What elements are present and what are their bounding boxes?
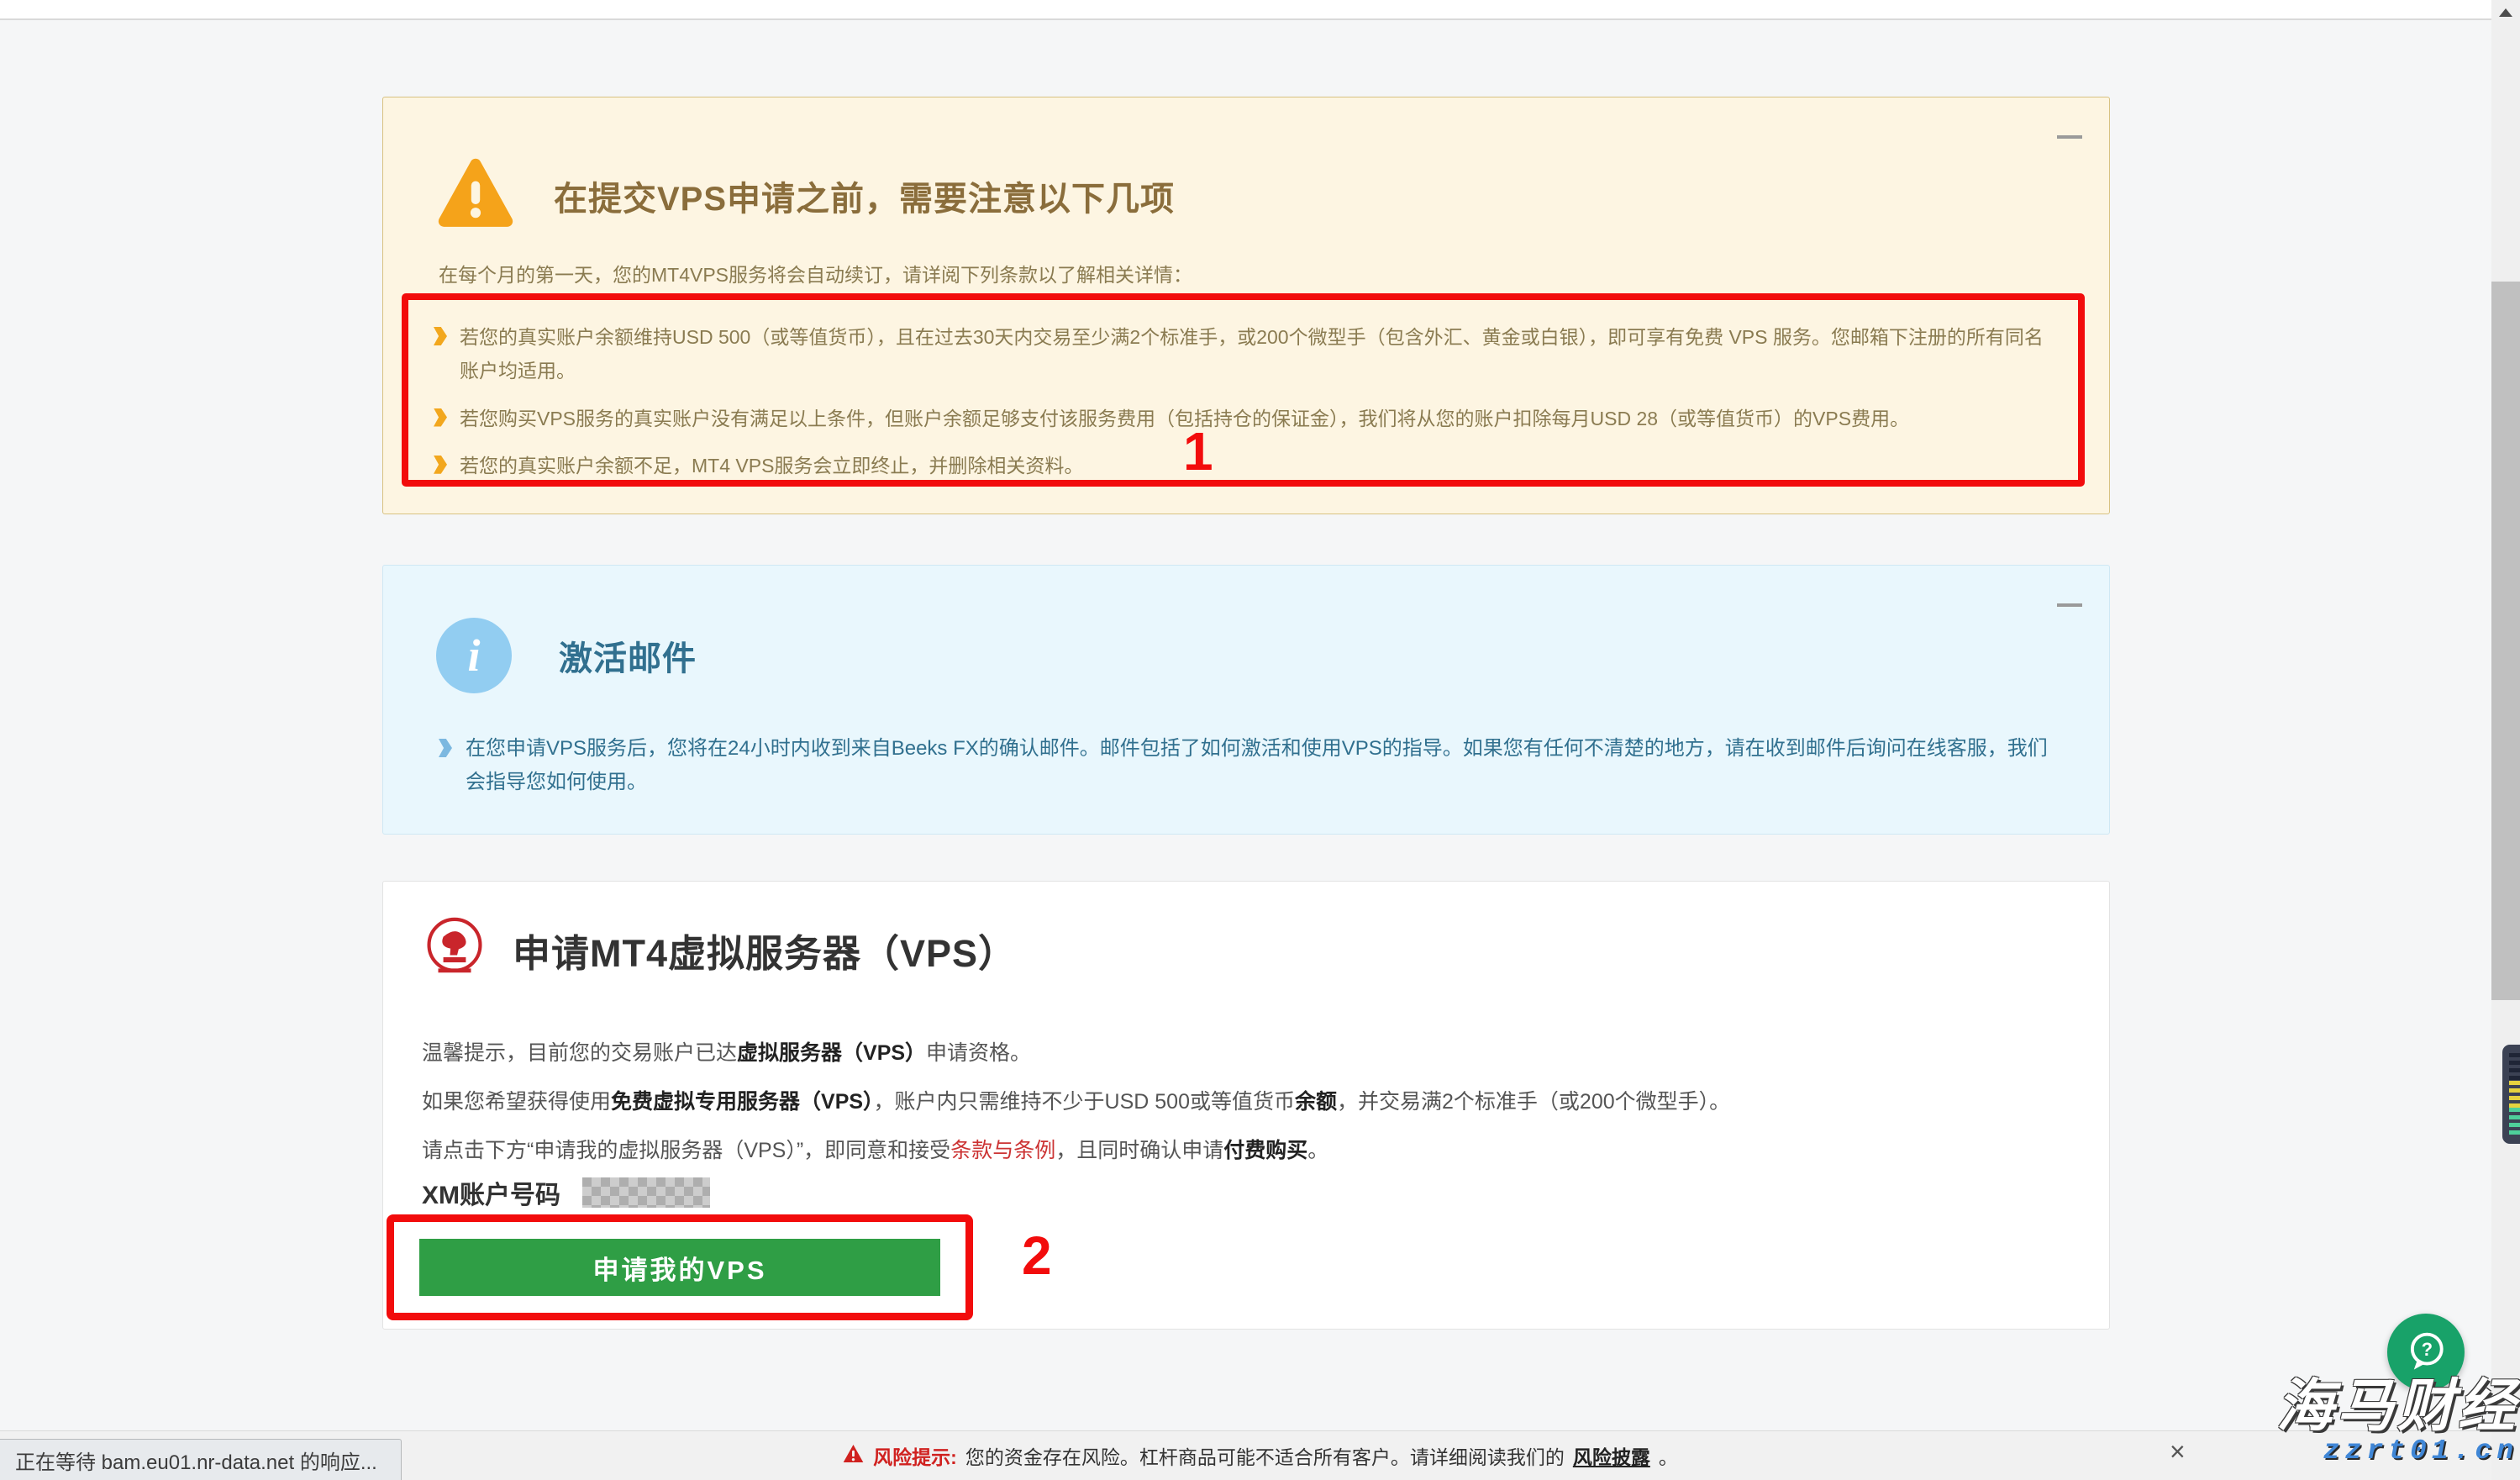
annotation-box-2: 申请我的VPS [387, 1214, 973, 1320]
risk-text: 您的资金存在风险。杠杆商品可能不适合所有客户。请详细阅读我们的 [965, 1441, 1565, 1470]
risk-disclosure-link[interactable]: 风险披露 [1573, 1441, 1650, 1470]
scrollbar-thumb[interactable] [2491, 282, 2520, 1000]
warning-intro-text: 在每个月的第一天，您的MT4VPS服务将会自动续订，请详阅下列条款以了解相关详情… [439, 259, 1192, 287]
apply-vps-button[interactable]: 申请我的VPS [419, 1239, 940, 1296]
notice-text: 若您的真实账户余额维持USD 500（或等值货币），且在过去30天内交易至少满2… [460, 320, 2053, 388]
bullet-arrow-icon [434, 456, 447, 474]
watermark-line-1: 海马财经 [2276, 1377, 2518, 1435]
stripe-icon [2509, 1081, 2520, 1109]
stripe-icon [2509, 1108, 2520, 1135]
scrollbar-up-icon[interactable] [2499, 8, 2512, 17]
list-item: 若您的真实账户余额维持USD 500（或等值货币），且在过去30天内交易至少满2… [434, 320, 2053, 388]
list-item: 若您的真实账户余额不足，MT4 VPS服务会立即终止，并删除相关资料。 [434, 449, 2053, 482]
warning-triangle-icon [436, 158, 515, 233]
vps-paragraph-3: 请点击下方“申请我的虚拟服务器（VPS）”，即同意和接受条款与条例，且同时确认申… [422, 1134, 2094, 1164]
vps-paragraph-1: 温馨提示，目前您的交易账户已达虚拟服务器（VPS）申请资格。 [422, 1036, 2094, 1067]
browser-status-text: 正在等待 bam.eu01.nr-data.net 的响应... [0, 1439, 402, 1480]
account-number-redacted [582, 1177, 710, 1208]
close-icon[interactable]: × [2170, 1438, 2186, 1465]
terms-link[interactable]: 条款与条例 [950, 1139, 1055, 1162]
warning-panel: 在提交VPS申请之前，需要注意以下几项 在每个月的第一天，您的MT4VPS服务将… [382, 97, 2110, 514]
info-panel-text: 在您申请VPS服务后，您将在24小时内收到来自Beeks FX的确认邮件。邮件包… [466, 732, 2060, 799]
notice-text: 若您的真实账户余额不足，MT4 VPS服务会立即终止，并删除相关资料。 [460, 449, 1083, 482]
question-bubble-icon: ? [2400, 1326, 2452, 1378]
vps-panel-title: 申请MT4虚拟服务器（VPS） [513, 923, 1017, 977]
annotation-number-1: 1 [1183, 420, 1213, 482]
activation-email-panel: i 激活邮件 在您申请VPS服务后，您将在24小时内收到来自Beeks FX的确… [382, 565, 2110, 835]
info-panel-title: 激活邮件 [559, 631, 697, 680]
warning-panel-title: 在提交VPS申请之前，需要注意以下几项 [554, 171, 1175, 220]
bullet-arrow-icon [439, 739, 452, 757]
scrollbar-track[interactable] [2491, 0, 2520, 1480]
svg-text:?: ? [2422, 1339, 2433, 1360]
bullet-arrow-icon [434, 408, 447, 427]
list-item: 若您购买VPS服务的真实账户没有满足以上条件，但账户余额足够支付该服务费用（包括… [434, 402, 2053, 435]
info-icon: i [436, 618, 512, 693]
minimize-icon[interactable] [2057, 135, 2082, 139]
side-feedback-widget[interactable] [2502, 1045, 2520, 1144]
risk-triangle-icon [842, 1443, 865, 1469]
stripe-icon [2509, 1053, 2520, 1081]
page-top-strip [0, 0, 2520, 20]
vps-paragraph-2: 如果您希望获得使用免费虚拟专用服务器（VPS），账户内只需维持不少于USD 50… [422, 1085, 2094, 1115]
vps-stamp-icon [422, 915, 487, 985]
vps-apply-panel: 申请MT4虚拟服务器（VPS） 温馨提示，目前您的交易账户已达虚拟服务器（VPS… [382, 881, 2110, 1330]
help-chat-button[interactable]: ? [2387, 1314, 2465, 1391]
annotation-number-2: 2 [1022, 1225, 1052, 1287]
bullet-arrow-icon [434, 327, 447, 345]
account-number-label: XM账户号码 [422, 1174, 560, 1211]
minimize-icon[interactable] [2057, 603, 2082, 607]
annotation-box-1: 若您的真实账户余额维持USD 500（或等值货币），且在过去30天内交易至少满2… [402, 293, 2085, 487]
risk-label: 风险提示: [873, 1441, 957, 1470]
